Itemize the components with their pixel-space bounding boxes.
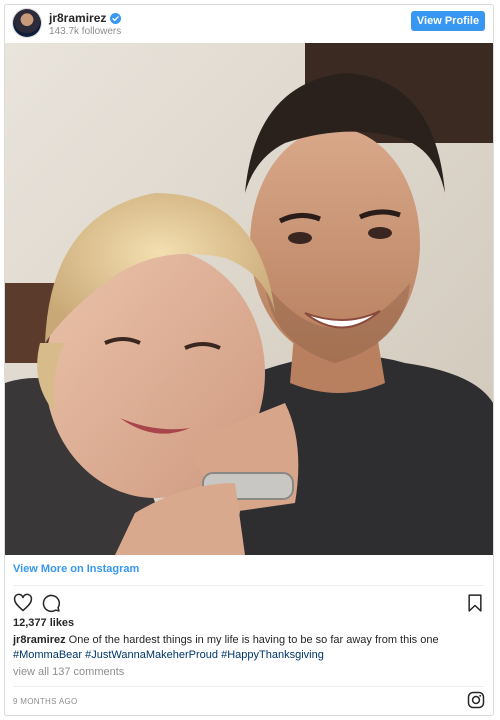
hashtag[interactable]: #MommaBear xyxy=(13,649,82,661)
avatar[interactable] xyxy=(13,9,41,37)
view-more-link[interactable]: View More on Instagram xyxy=(13,563,139,575)
comment-icon[interactable] xyxy=(41,593,61,613)
instagram-embed-card: jr8ramirez 143.7k followers View Profile xyxy=(4,4,494,716)
divider xyxy=(13,585,485,586)
instagram-icon[interactable] xyxy=(467,691,485,709)
bookmark-icon[interactable] xyxy=(465,593,485,613)
photo-illustration xyxy=(5,43,493,555)
post-header: jr8ramirez 143.7k followers View Profile xyxy=(5,5,493,43)
verified-badge-icon xyxy=(110,12,122,24)
timestamp: 9 MONTHS AGO xyxy=(13,697,78,706)
caption: jr8ramirez One of the hardest things in … xyxy=(13,633,483,663)
username-row: jr8ramirez xyxy=(49,11,122,25)
view-profile-button[interactable]: View Profile xyxy=(411,11,485,31)
username[interactable]: jr8ramirez xyxy=(49,11,106,25)
caption-text: One of the hardest things in my life is … xyxy=(68,634,439,646)
follower-count: 143.7k followers xyxy=(49,26,122,37)
hashtag[interactable]: #HappyThanksgiving xyxy=(221,649,324,661)
divider xyxy=(13,686,485,687)
view-comments-link[interactable]: view all 137 comments xyxy=(13,666,124,678)
hashtag[interactable]: #JustWannaMakeherProud xyxy=(85,649,218,661)
heart-icon[interactable] xyxy=(13,593,33,613)
caption-username[interactable]: jr8ramirez xyxy=(13,634,66,646)
like-count[interactable]: 12,377 likes xyxy=(13,617,74,629)
action-bar xyxy=(13,593,485,615)
post-photo[interactable] xyxy=(5,43,493,555)
